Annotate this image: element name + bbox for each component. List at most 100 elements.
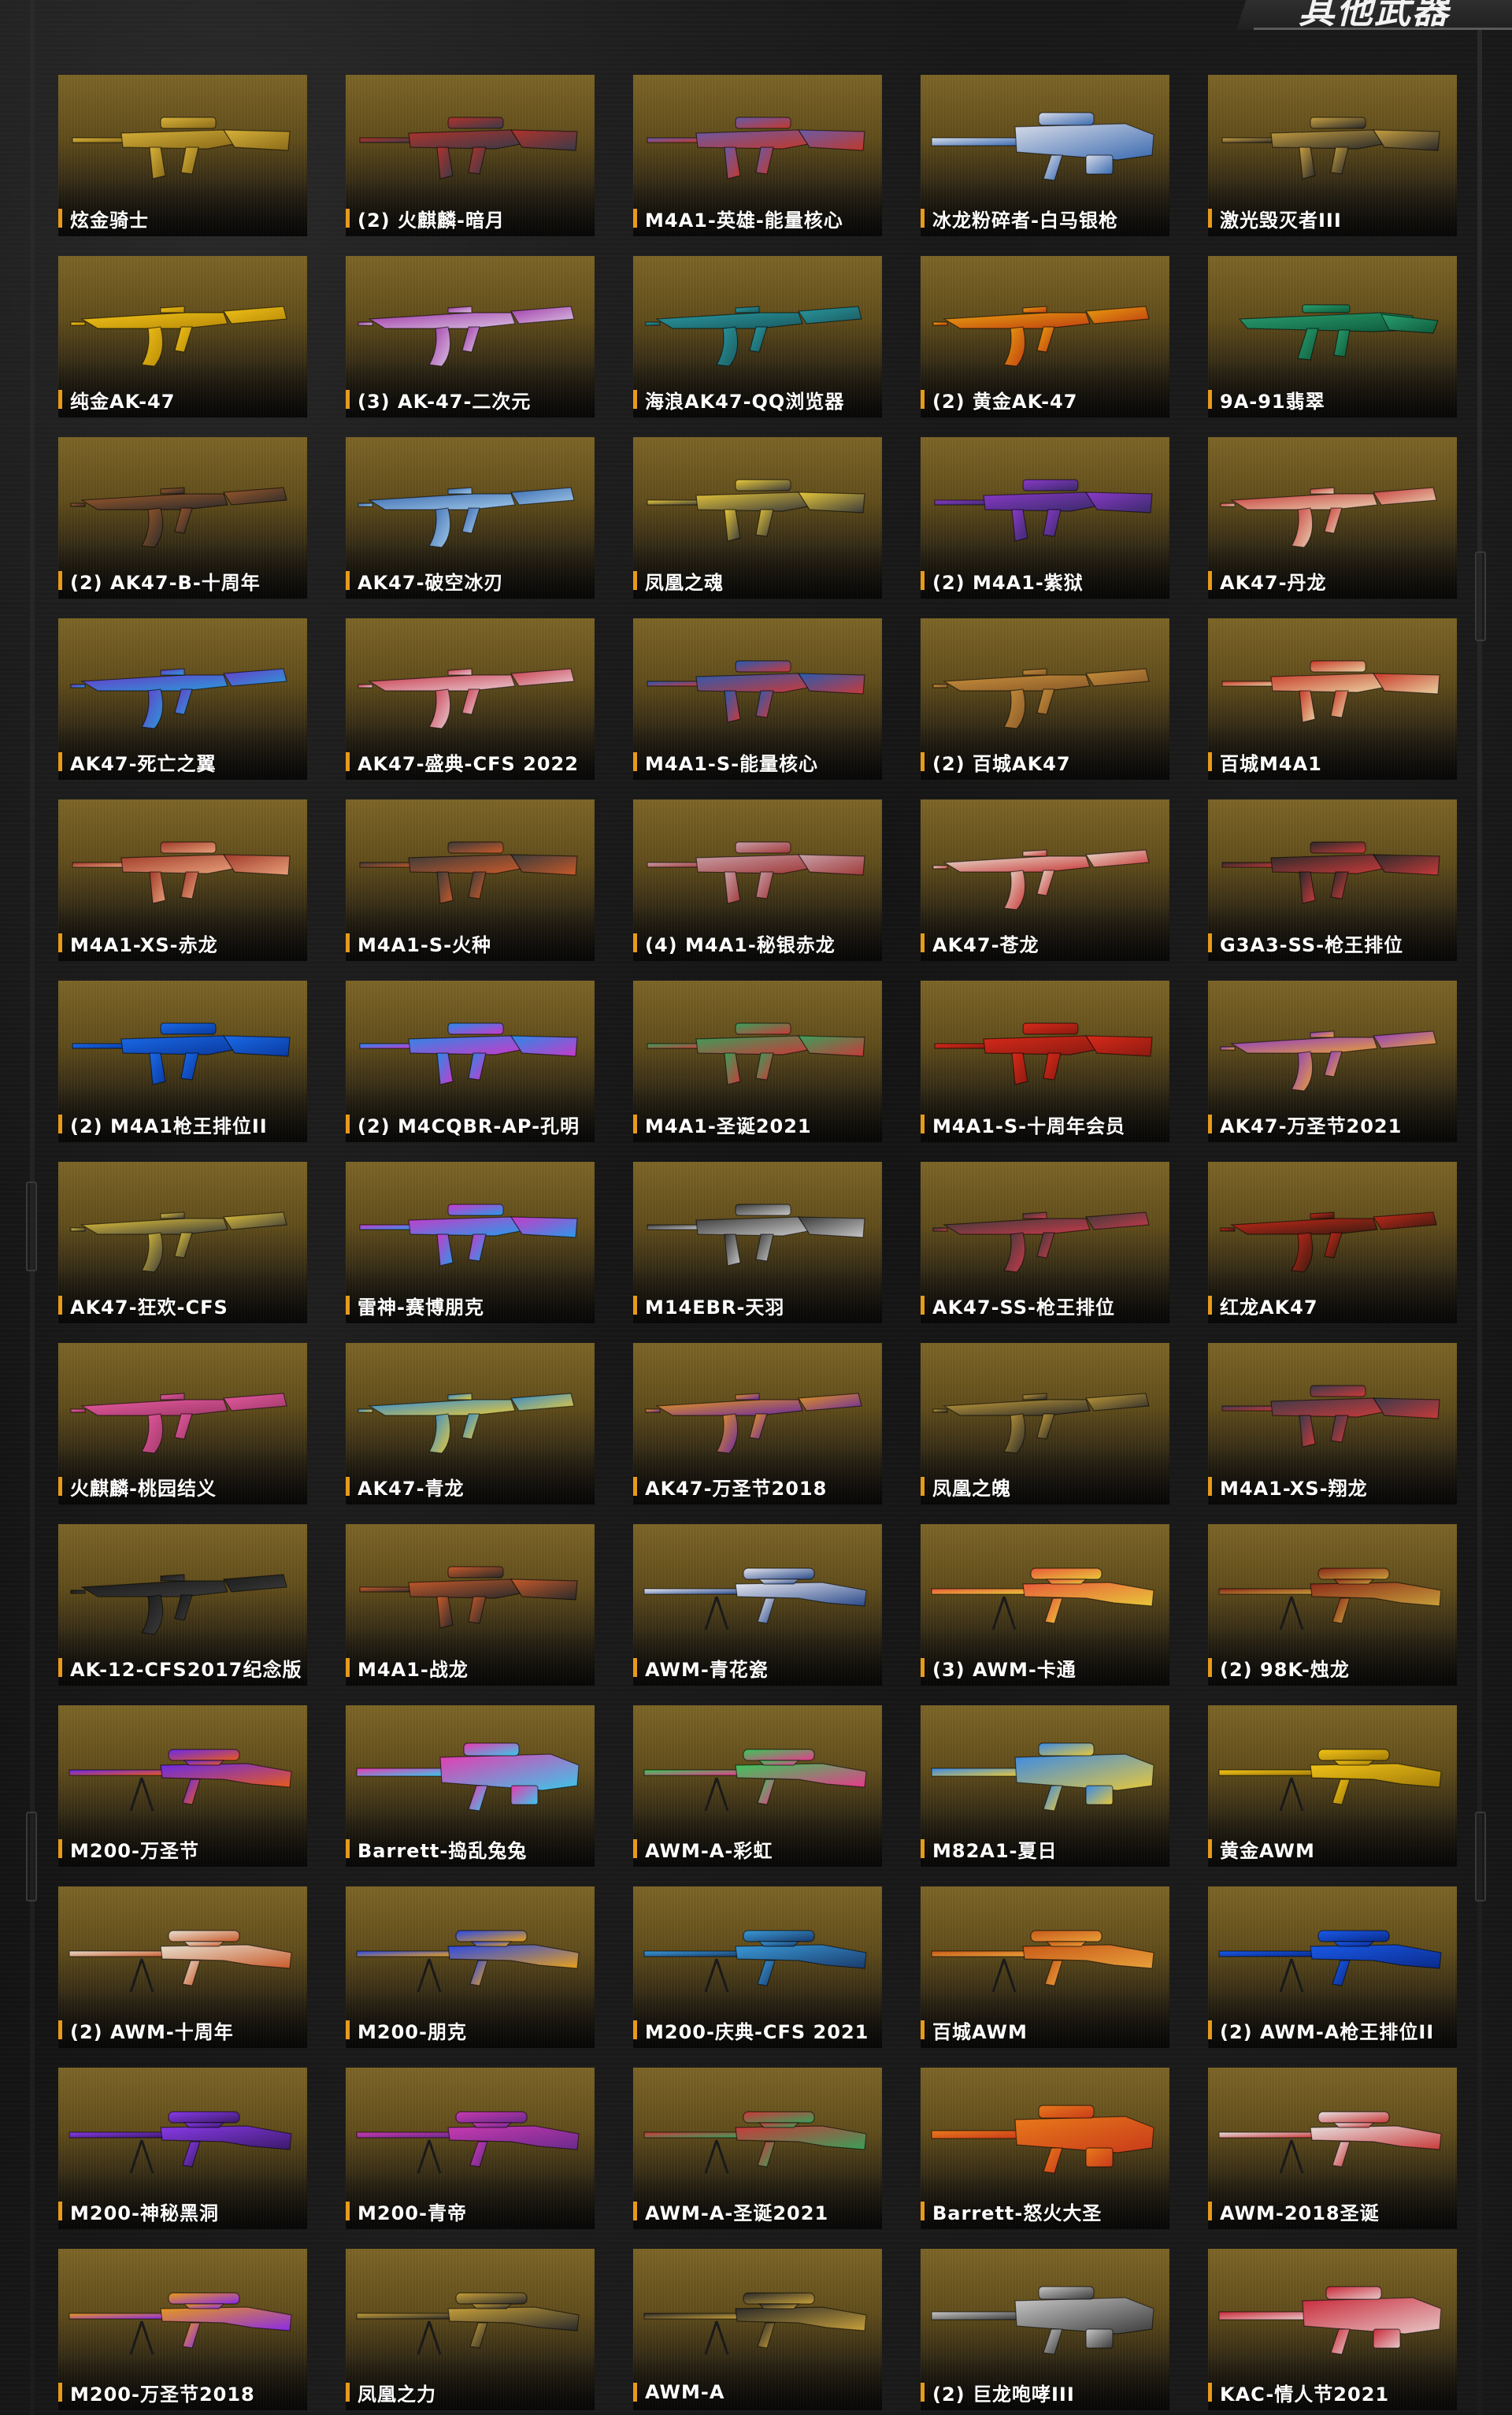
caption-accent-bar bbox=[346, 1477, 350, 1496]
weapon-card[interactable]: 激光毁灭者III bbox=[1208, 75, 1457, 236]
weapon-caption: AWM-A-彩虹 bbox=[633, 1837, 882, 1862]
weapon-name: M4A1-战龙 bbox=[358, 1658, 469, 1681]
weapon-caption: M4A1-S-火种 bbox=[346, 931, 595, 956]
weapon-card[interactable]: M4A1-S-十周年会员 bbox=[921, 981, 1169, 1142]
weapon-card[interactable]: (2) 巨龙咆哮III bbox=[921, 2249, 1169, 2410]
weapon-card[interactable]: AWM-A-圣诞2021 bbox=[633, 2068, 882, 2229]
weapon-card[interactable]: M4A1-XS-翔龙 bbox=[1208, 1343, 1457, 1504]
weapon-image bbox=[358, 668, 575, 729]
caption-accent-bar bbox=[346, 1296, 350, 1315]
weapon-card[interactable]: AK-12-CFS2017纪念版 bbox=[58, 1524, 307, 1686]
weapon-card[interactable]: 百城M4A1 bbox=[1208, 618, 1457, 780]
weapon-card[interactable]: 海浪AK47-QQ浏览器 bbox=[633, 256, 882, 417]
weapon-card[interactable]: M4A1-圣诞2021 bbox=[633, 981, 882, 1142]
weapon-card[interactable]: 雷神-赛博朋克 bbox=[346, 1162, 595, 1323]
weapon-name: M200-万圣节2018 bbox=[70, 2383, 255, 2406]
weapon-card[interactable]: M200-神秘黑洞 bbox=[58, 2068, 307, 2229]
weapon-card[interactable]: 凤凰之魂 bbox=[633, 437, 882, 599]
weapon-card[interactable]: M4A1-S-火种 bbox=[346, 799, 595, 961]
weapon-card[interactable]: 9A-91翡翠 bbox=[1208, 256, 1457, 417]
weapon-name: (2) AK47-B-十周年 bbox=[70, 571, 261, 594]
weapon-card[interactable]: AWM-A bbox=[633, 2249, 882, 2410]
weapon-card[interactable]: 冰龙粉碎者-白马银枪 bbox=[921, 75, 1169, 236]
weapon-card[interactable]: (3) AWM-卡通 bbox=[921, 1524, 1169, 1686]
weapon-image bbox=[70, 1393, 287, 1454]
weapon-card[interactable]: 纯金AK-47 bbox=[58, 256, 307, 417]
weapon-card[interactable]: (2) M4A1-紫狱 bbox=[921, 437, 1169, 599]
weapon-caption: 红龙AK47 bbox=[1208, 1293, 1457, 1319]
caption-accent-bar bbox=[921, 752, 925, 771]
weapon-card[interactable]: 凤凰之力 bbox=[346, 2249, 595, 2410]
weapon-caption: 激光毁灭者III bbox=[1208, 206, 1457, 232]
weapon-card[interactable]: M82A1-夏日 bbox=[921, 1705, 1169, 1867]
weapon-card[interactable]: (2) AWM-A枪王排位II bbox=[1208, 1886, 1457, 2048]
weapon-name: (2) AWM-十周年 bbox=[70, 2020, 234, 2043]
weapon-card[interactable]: (2) AWM-十周年 bbox=[58, 1886, 307, 2048]
weapon-name: AK47-青龙 bbox=[358, 1477, 465, 1500]
weapon-card[interactable]: (4) M4A1-秘银赤龙 bbox=[633, 799, 882, 961]
weapon-card[interactable]: AK47-丹龙 bbox=[1208, 437, 1457, 599]
caption-accent-bar bbox=[58, 1477, 62, 1496]
weapon-caption: (2) AK47-B-十周年 bbox=[58, 569, 307, 594]
weapon-card[interactable]: (3) AK-47-二次元 bbox=[346, 256, 595, 417]
weapon-card[interactable]: 百城AWM bbox=[921, 1886, 1169, 2048]
weapon-card[interactable]: AK47-破空冰刃 bbox=[346, 437, 595, 599]
weapon-card[interactable]: (2) 百城AK47 bbox=[921, 618, 1169, 780]
weapon-card[interactable]: AWM-青花瓷 bbox=[633, 1524, 882, 1686]
weapon-card[interactable]: AK47-万圣节2021 bbox=[1208, 981, 1457, 1142]
weapon-card[interactable]: G3A3-SS-枪王排位 bbox=[1208, 799, 1457, 961]
weapon-card[interactable]: AK47-死亡之翼 bbox=[58, 618, 307, 780]
weapon-card[interactable]: 黄金AWM bbox=[1208, 1705, 1457, 1867]
weapon-card[interactable]: AK47-SS-枪王排位 bbox=[921, 1162, 1169, 1323]
weapon-card[interactable]: AWM-A-彩虹 bbox=[633, 1705, 882, 1867]
weapon-card[interactable]: AK47-青龙 bbox=[346, 1343, 595, 1504]
weapon-card[interactable]: (2) 98K-烛龙 bbox=[1208, 1524, 1457, 1686]
weapon-card[interactable]: M14EBR-天羽 bbox=[633, 1162, 882, 1323]
weapon-card[interactable]: 火麒麟-桃园结义 bbox=[58, 1343, 307, 1504]
caption-accent-bar bbox=[921, 1115, 925, 1133]
weapon-name: M200-朋克 bbox=[358, 2020, 467, 2043]
weapon-name: 凤凰之力 bbox=[358, 2383, 436, 2406]
weapon-image bbox=[932, 849, 1150, 911]
weapon-card[interactable]: Barrett-怒火大圣 bbox=[921, 2068, 1169, 2229]
weapon-card[interactable]: AK47-盛典-CFS 2022 bbox=[346, 618, 595, 780]
caption-accent-bar bbox=[346, 2202, 350, 2220]
weapon-card[interactable]: Barrett-捣乱兔兔 bbox=[346, 1705, 595, 1867]
weapon-card[interactable]: M4A1-战龙 bbox=[346, 1524, 595, 1686]
weapon-name: M14EBR-天羽 bbox=[645, 1296, 785, 1319]
caption-accent-bar bbox=[1208, 1658, 1212, 1677]
weapon-name: AK47-狂欢-CFS bbox=[70, 1296, 228, 1319]
weapon-card[interactable]: M200-庆典-CFS 2021 bbox=[633, 1886, 882, 2048]
caption-accent-bar bbox=[346, 2383, 350, 2402]
weapon-card[interactable]: 红龙AK47 bbox=[1208, 1162, 1457, 1323]
weapon-caption: 火麒麟-桃园结义 bbox=[58, 1475, 307, 1500]
weapon-card[interactable]: M200-朋克 bbox=[346, 1886, 595, 2048]
weapon-card[interactable]: (2) 火麒麟-暗月 bbox=[346, 75, 595, 236]
weapon-image bbox=[1218, 1567, 1442, 1630]
weapon-card[interactable]: M200-万圣节2018 bbox=[58, 2249, 307, 2410]
weapon-card[interactable]: (2) 黄金AK-47 bbox=[921, 256, 1169, 417]
weapon-name: Barrett-怒火大圣 bbox=[932, 2202, 1102, 2224]
weapon-image bbox=[643, 2292, 867, 2355]
weapon-caption: AK47-狂欢-CFS bbox=[58, 1293, 307, 1319]
caption-accent-bar bbox=[58, 1296, 62, 1315]
weapon-card[interactable]: M4A1-XS-赤龙 bbox=[58, 799, 307, 961]
weapon-card[interactable]: KAC-情人节2021 bbox=[1208, 2249, 1457, 2410]
weapon-name: (2) M4A1枪王排位II bbox=[70, 1115, 268, 1137]
weapon-card[interactable]: AK47-狂欢-CFS bbox=[58, 1162, 307, 1323]
weapon-card[interactable]: M200-青帝 bbox=[346, 2068, 595, 2229]
weapon-card[interactable]: AWM-2018圣诞 bbox=[1208, 2068, 1457, 2229]
weapon-card[interactable]: (2) M4A1枪王排位II bbox=[58, 981, 307, 1142]
weapon-image bbox=[359, 117, 578, 180]
weapon-card[interactable]: AK47-万圣节2018 bbox=[633, 1343, 882, 1504]
weapon-caption: AK47-青龙 bbox=[346, 1475, 595, 1500]
weapon-image bbox=[932, 1211, 1150, 1273]
weapon-card[interactable]: M200-万圣节 bbox=[58, 1705, 307, 1867]
weapon-card[interactable]: AK47-苍龙 bbox=[921, 799, 1169, 961]
weapon-card[interactable]: 炫金骑士 bbox=[58, 75, 307, 236]
weapon-card[interactable]: 凤凰之魄 bbox=[921, 1343, 1169, 1504]
weapon-card[interactable]: M4A1-S-能量核心 bbox=[633, 618, 882, 780]
weapon-card[interactable]: (2) M4CQBR-AP-孔明 bbox=[346, 981, 595, 1142]
weapon-card[interactable]: M4A1-英雄-能量核心 bbox=[633, 75, 882, 236]
weapon-card[interactable]: (2) AK47-B-十周年 bbox=[58, 437, 307, 599]
